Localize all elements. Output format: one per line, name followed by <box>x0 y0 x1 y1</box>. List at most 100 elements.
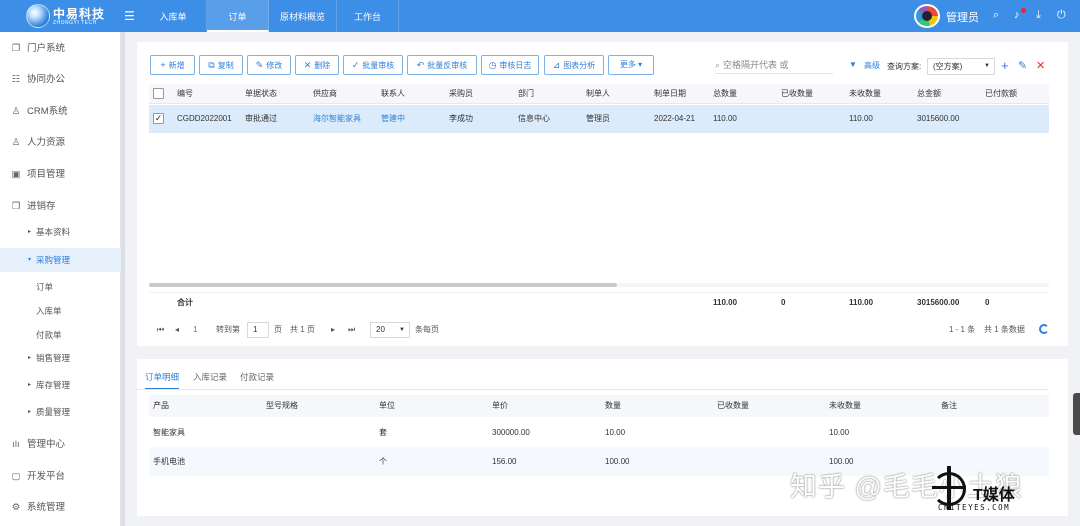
col-header[interactable]: 单据状态 <box>245 84 277 104</box>
scrollbar-thumb[interactable] <box>149 283 617 287</box>
col-header[interactable]: 已付款额 <box>985 84 1017 104</box>
query-scheme-select[interactable]: (空方案) ▼ <box>927 58 995 75</box>
row-checkbox[interactable]: ✓ <box>153 113 164 124</box>
bell-icon[interactable]: ♪ <box>1014 9 1020 21</box>
sidebar-scrollbar[interactable] <box>121 32 125 526</box>
sidebar-item-office[interactable]: ☷ 协同办公 <box>0 65 121 95</box>
brand-logo[interactable]: 中易科技 ZHONGYI TECH <box>24 3 124 29</box>
cell-supplier-link[interactable]: 海尔智能家具 <box>313 109 361 129</box>
col-header[interactable]: 采购员 <box>449 84 473 104</box>
sidebar-sub-sales[interactable]: ▸ 销售管理 <box>0 346 121 370</box>
tab-materials[interactable]: 原材料概览 <box>269 0 337 32</box>
sidebar-sub-stock[interactable]: ▸ 库存管理 <box>0 373 121 397</box>
add-scheme-icon[interactable]: + <box>1001 58 1009 73</box>
sidebar-leaf-orders[interactable]: 订单 <box>36 277 53 297</box>
table-row[interactable]: 智能家具 套 300000.00 10.00 10.00 <box>149 418 1049 447</box>
sidebar-item-portal[interactable]: ❐ 门户系统 <box>0 34 121 64</box>
grid-horizontal-scrollbar[interactable] <box>149 283 1049 287</box>
tab-inbound[interactable]: 入库单 <box>140 0 207 32</box>
delete-button[interactable]: ✕ 删除 <box>295 55 339 75</box>
cell-amount: 3015600.00 <box>917 114 960 123</box>
tab-payment-records[interactable]: 付款记录 <box>240 370 274 384</box>
download-icon[interactable]: ⤓ <box>1036 9 1041 22</box>
sidebar-sub-purchase[interactable]: ▾ 采购管理 <box>0 248 121 272</box>
pencil-icon: ✎ <box>255 60 264 70</box>
record-range: 1 - 1 条 <box>949 325 976 334</box>
col-header[interactable]: 制单日期 <box>654 84 686 104</box>
col-header[interactable]: 供应商 <box>313 84 337 104</box>
cell-buyer: 李成功 <box>449 114 473 123</box>
tab-orders[interactable]: 订单 <box>207 0 269 32</box>
delete-scheme-icon[interactable]: ✕ <box>1036 59 1045 72</box>
col-header[interactable]: 型号规格 <box>266 395 298 417</box>
sidebar-leaf-payment[interactable]: 付款单 <box>36 325 62 345</box>
cell-total-qty: 110.00 <box>713 114 737 123</box>
cell-order-no: CGDD2022001 <box>177 114 232 123</box>
col-header[interactable]: 总金额 <box>917 84 941 104</box>
watermark-logo-en: CNITEYES.COM <box>938 503 1011 512</box>
search-input[interactable]: ⌕ 空格隔开代表 或 <box>715 58 833 74</box>
col-header[interactable]: 部门 <box>518 84 534 104</box>
batch-approve-button[interactable]: ✓ 批量审核 <box>343 55 403 75</box>
top-nav-bar: 中易科技 ZHONGYI TECH ☰ 入库单 订单 原材料概览 工作台 管理员… <box>0 0 1080 32</box>
page-size-select[interactable]: 20 ▼ <box>370 322 410 338</box>
col-header[interactable]: 编号 <box>177 84 193 104</box>
caret-down-icon: ▼ <box>984 63 990 69</box>
audit-log-button[interactable]: ◷ 审核日志 <box>481 55 539 75</box>
first-page-icon[interactable]: ⏮ <box>157 322 164 338</box>
more-button[interactable]: 更多 ▾ <box>608 55 654 75</box>
search-icon: ⌕ <box>715 60 721 70</box>
clock-icon: ◷ <box>488 60 497 70</box>
sidebar-item-system[interactable]: ⚙ 系统管理 <box>0 493 121 523</box>
table-row[interactable]: ✓ CGDD2022001 审批通过 海尔智能家具 管建中 李成功 信息中心 管… <box>149 105 1049 133</box>
col-header[interactable]: 备注 <box>941 395 957 417</box>
prev-page-icon[interactable]: ◂ <box>175 322 179 338</box>
sidebar-item-project[interactable]: ▣ 项目管理 <box>0 160 121 190</box>
col-header[interactable]: 单位 <box>379 395 395 417</box>
col-header[interactable]: 已收数量 <box>781 84 813 104</box>
power-icon[interactable]: ⏻ <box>1057 9 1066 22</box>
edit-button[interactable]: ✎ 修改 <box>247 55 291 75</box>
tab-order-detail[interactable]: 订单明细 <box>145 370 180 390</box>
sidebar-item-admin[interactable]: ılı 管理中心 <box>0 430 121 460</box>
side-drawer-handle[interactable] <box>1073 393 1080 435</box>
tab-inbound-records[interactable]: 入库记录 <box>193 370 227 384</box>
select-all-checkbox[interactable] <box>153 88 164 99</box>
hamburger-menu-icon[interactable]: ☰ <box>124 9 135 23</box>
cell-date: 2022-04-21 <box>654 114 695 123</box>
chart-analysis-button[interactable]: ⊿ 图表分析 <box>544 55 604 75</box>
col-header[interactable]: 未收数量 <box>829 395 861 417</box>
copy-button[interactable]: ⧉ 复制 <box>199 55 243 75</box>
sidebar-item-crm[interactable]: ♙ CRM系统 <box>0 97 121 127</box>
search-icon[interactable]: ⌕ <box>993 9 999 22</box>
refresh-icon[interactable] <box>1039 324 1049 334</box>
last-page-icon[interactable]: ⏭ <box>348 322 355 338</box>
col-header[interactable]: 未收数量 <box>849 84 881 104</box>
cell-price: 300000.00 <box>492 428 530 437</box>
col-header[interactable]: 产品 <box>153 395 169 417</box>
tab-workbench[interactable]: 工作台 <box>337 0 399 32</box>
sidebar-leaf-inbound[interactable]: 入库单 <box>36 301 62 321</box>
avatar[interactable] <box>914 4 940 28</box>
next-page-icon[interactable]: ▸ <box>331 322 335 338</box>
sidebar-sub-basic[interactable]: ▸ 基本资料 <box>0 220 121 244</box>
col-header[interactable]: 总数量 <box>713 84 737 104</box>
sidebar-item-dev[interactable]: ▢ 开发平台 <box>0 462 121 492</box>
edit-scheme-icon[interactable]: ✎ <box>1018 59 1027 72</box>
sidebar-item-hr[interactable]: ♙ 人力资源 <box>0 128 121 158</box>
col-header[interactable]: 已收数量 <box>717 395 749 417</box>
advanced-search-link[interactable]: 高级 <box>864 60 880 71</box>
cell-contact-link[interactable]: 管建中 <box>381 109 405 129</box>
batch-unapprove-button[interactable]: ↶ 批量反审核 <box>407 55 477 75</box>
col-header[interactable]: 单价 <box>492 395 508 417</box>
add-button[interactable]: + 新增 <box>150 55 195 75</box>
col-header[interactable]: 制单人 <box>586 84 610 104</box>
filter-icon[interactable]: ▼ <box>849 60 857 69</box>
sidebar-item-inventory[interactable]: ❒ 进销存 <box>0 192 121 222</box>
username[interactable]: 管理员 <box>946 9 979 25</box>
col-header[interactable]: 联系人 <box>381 84 405 104</box>
cell-qty: 100.00 <box>605 457 630 466</box>
col-header[interactable]: 数量 <box>605 395 621 417</box>
page-input[interactable]: 1 <box>247 322 269 338</box>
sidebar-sub-quality[interactable]: ▸ 质量管理 <box>0 400 121 424</box>
